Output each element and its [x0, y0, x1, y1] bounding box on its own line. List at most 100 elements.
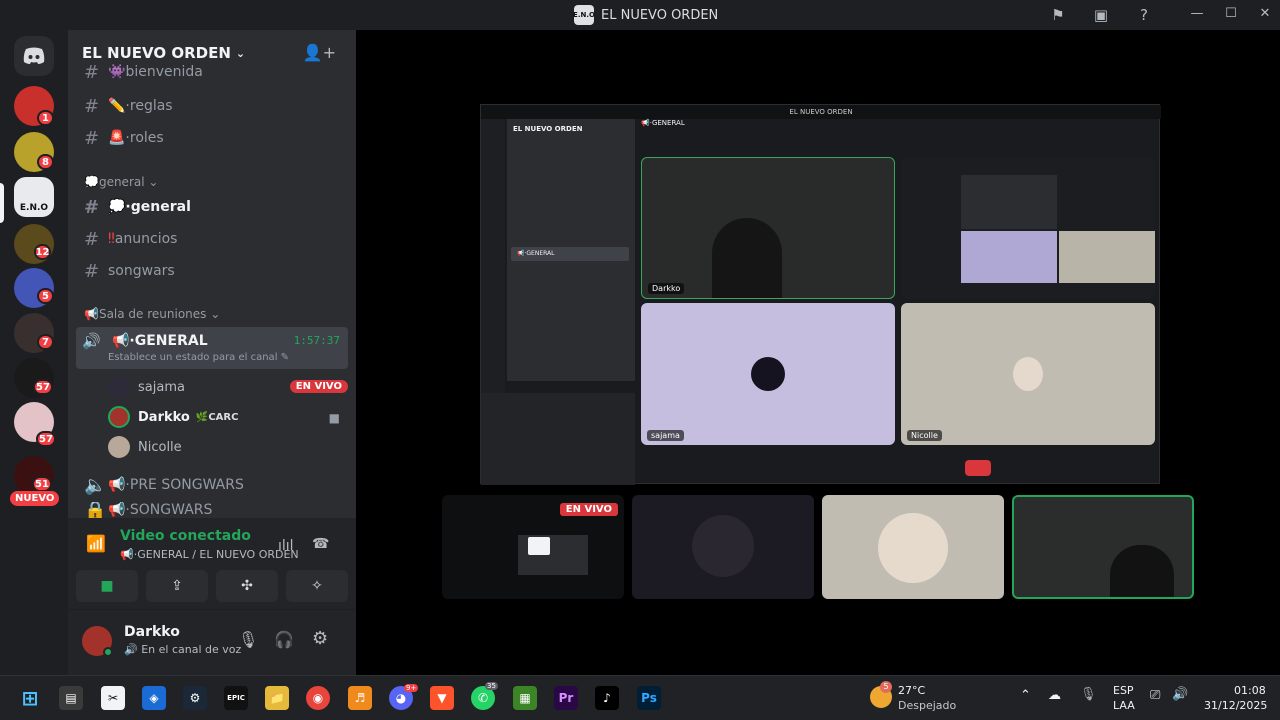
channel-roles[interactable]: # 🚨· roles [76, 123, 348, 153]
inbox-icon[interactable]: ▣ [1091, 6, 1111, 24]
tile-name-label: Darkko [648, 283, 685, 294]
help-icon[interactable]: ? [1134, 6, 1154, 24]
volume-icon[interactable]: 🔊 [1172, 687, 1188, 702]
tiktok-icon[interactable]: ♪ [595, 686, 619, 710]
category-sala[interactable]: 📢Sala de reuniones ⌄ [84, 307, 220, 321]
soundwave-icon[interactable]: ılıl [278, 538, 294, 554]
network-icon[interactable]: ⎚ [1150, 688, 1160, 703]
flag-icon[interactable]: ⚑ [1048, 6, 1068, 24]
inner-title-bar: EL NUEVO ORDEN [481, 105, 1161, 119]
hash-icon: # [84, 260, 100, 282]
voice-user-darkko[interactable]: Darkko 🌿CARC [108, 404, 238, 430]
discord-home-button[interactable] [14, 36, 54, 76]
channel-reglas[interactable]: # ✏️· reglas [76, 91, 348, 121]
close-button[interactable]: ✕ [1255, 6, 1275, 24]
camera-icon: ■ [328, 411, 340, 425]
server-badge: 1 [37, 110, 54, 126]
user-tag: 🌿CARC [195, 411, 239, 423]
file-explorer-icon[interactable]: 📁 [265, 686, 289, 710]
voice-channel-pre-songwars[interactable]: 🔈 📢·PRE SONGWARS [76, 470, 348, 500]
minimize-button[interactable]: — [1187, 6, 1207, 24]
window-title-text: EL NUEVO ORDEN [601, 7, 719, 23]
screen-share-view[interactable]: EL NUEVO ORDEN EL NUEVO ORDEN 📢·GENERAL … [480, 104, 1161, 485]
person-silhouette [1110, 545, 1174, 597]
server-icon-eno[interactable]: E.N.O [14, 177, 54, 217]
app-icon[interactable]: ▤ [59, 686, 83, 710]
voice-user-nicolle[interactable]: Nicolle [108, 434, 182, 460]
microphone-icon[interactable]: 🎙 [1080, 687, 1097, 702]
status-indicator [103, 647, 113, 657]
category-label: general [98, 175, 145, 189]
server-badge: 7 [37, 334, 54, 350]
maximize-button[interactable]: ☐ [1221, 6, 1241, 24]
minecraft-icon[interactable]: ▦ [513, 686, 537, 710]
siren-icon: 🚨· [108, 130, 130, 146]
pencil-icon: ✏️· [108, 98, 130, 114]
user-name[interactable]: Darkko [124, 624, 180, 640]
steam-icon[interactable]: ⚙ [183, 686, 207, 710]
screen-share-button[interactable]: ⇪ [146, 570, 208, 602]
chevron-up-icon[interactable]: ⌃ [1020, 688, 1031, 703]
channel-anuncios[interactable]: # ‼ anuncios [76, 224, 348, 254]
title-bar: E.N.O EL NUEVO ORDEN ⚑ ▣ ? — ☐ ✕ [0, 0, 1280, 30]
inner-tile-screen [901, 157, 1155, 299]
invite-people-icon[interactable]: 👤+ [303, 43, 336, 62]
onedrive-icon[interactable]: ☁ [1048, 688, 1061, 703]
channel-songwars[interactable]: # songwars [76, 256, 348, 286]
inner-server-name: EL NUEVO ORDEN [513, 125, 583, 133]
settings-gear-icon[interactable]: ⚙ [312, 628, 328, 649]
inner-channel-title: 📢·GENERAL [641, 119, 685, 127]
hash-icon: # [84, 196, 100, 218]
stream-tile-avatar[interactable] [632, 495, 814, 599]
headphones-icon[interactable]: 🎧 [274, 630, 294, 649]
premiere-icon[interactable]: Pr [554, 686, 578, 710]
category-general[interactable]: 💭general ⌄ [84, 175, 158, 189]
disconnect-icon[interactable]: ☎ [312, 536, 329, 552]
channel-bienvenida[interactable]: # 👾 bienvenida [76, 62, 348, 82]
discord-icon [23, 47, 45, 64]
nested-tile [961, 231, 1057, 283]
windows-start-icon[interactable]: ⊞ [18, 686, 42, 710]
channel-general[interactable]: # 💭· general [76, 192, 348, 222]
inner-sidebar: EL NUEVO ORDEN 📢·GENERAL [507, 119, 635, 381]
chrome-icon[interactable]: ◉ [306, 686, 330, 710]
camera-button[interactable]: ■ [76, 570, 138, 602]
stream-tile-sajama[interactable]: EN VIVO [442, 495, 624, 599]
avatar [751, 357, 785, 391]
soundboard-button[interactable]: ✧ [286, 570, 348, 602]
category-label: Sala de reuniones [98, 307, 207, 321]
channel-label: roles [129, 130, 164, 146]
voice-channel-general[interactable]: 🔊 📢·GENERAL 1:57:37 Establece un estado … [76, 327, 348, 369]
voice-channel-songwars[interactable]: 🔒 📢·SONGWARS [76, 502, 348, 518]
fl-studio-icon[interactable]: ♬ [348, 686, 372, 710]
hash-icon: # [84, 127, 100, 149]
clock-time[interactable]: 01:08 [1234, 684, 1266, 697]
voice-connected-title[interactable]: Video conectado [120, 528, 251, 544]
language-secondary[interactable]: LAA [1113, 699, 1135, 712]
tile-name-label: sajama [647, 430, 684, 441]
language-primary[interactable]: ESP [1113, 684, 1134, 697]
brave-icon[interactable]: ▼ [430, 686, 454, 710]
avatar [1013, 357, 1043, 391]
clock-date[interactable]: 31/12/2025 [1204, 699, 1267, 712]
voice-connected-subtitle[interactable]: 📢·GENERAL / EL NUEVO ORDEN [120, 548, 299, 561]
photoshop-icon[interactable]: Ps [637, 686, 661, 710]
stream-tile-nicolle[interactable] [822, 495, 1004, 599]
voice-user-sajama[interactable]: sajama [108, 374, 185, 400]
epic-games-icon[interactable]: EPIC [224, 686, 248, 710]
server-logo-icon: E.N.O [573, 5, 595, 25]
capcut-icon[interactable]: ✂ [101, 686, 125, 710]
app-icon[interactable]: ◈ [142, 686, 166, 710]
selected-server-pill [0, 183, 4, 223]
weather-temp[interactable]: 27°C [898, 684, 925, 697]
server-eno-label: E.N.O [19, 203, 49, 213]
avatar [692, 515, 754, 577]
nuevo-badge[interactable]: NUEVO [10, 491, 60, 506]
voice-status-text[interactable]: Establece un estado para el canal ✎ [108, 352, 289, 363]
stream-tile-darkko[interactable] [1012, 495, 1194, 599]
weather-desc[interactable]: Despejado [898, 699, 956, 712]
channel-label: anuncios [114, 231, 178, 247]
server-rail: 1 8 E.N.O 12 5 7 57 57 51 NUEVO [0, 30, 68, 675]
activities-button[interactable]: ✣ [216, 570, 278, 602]
microphone-icon[interactable]: 🎙 [238, 630, 258, 649]
